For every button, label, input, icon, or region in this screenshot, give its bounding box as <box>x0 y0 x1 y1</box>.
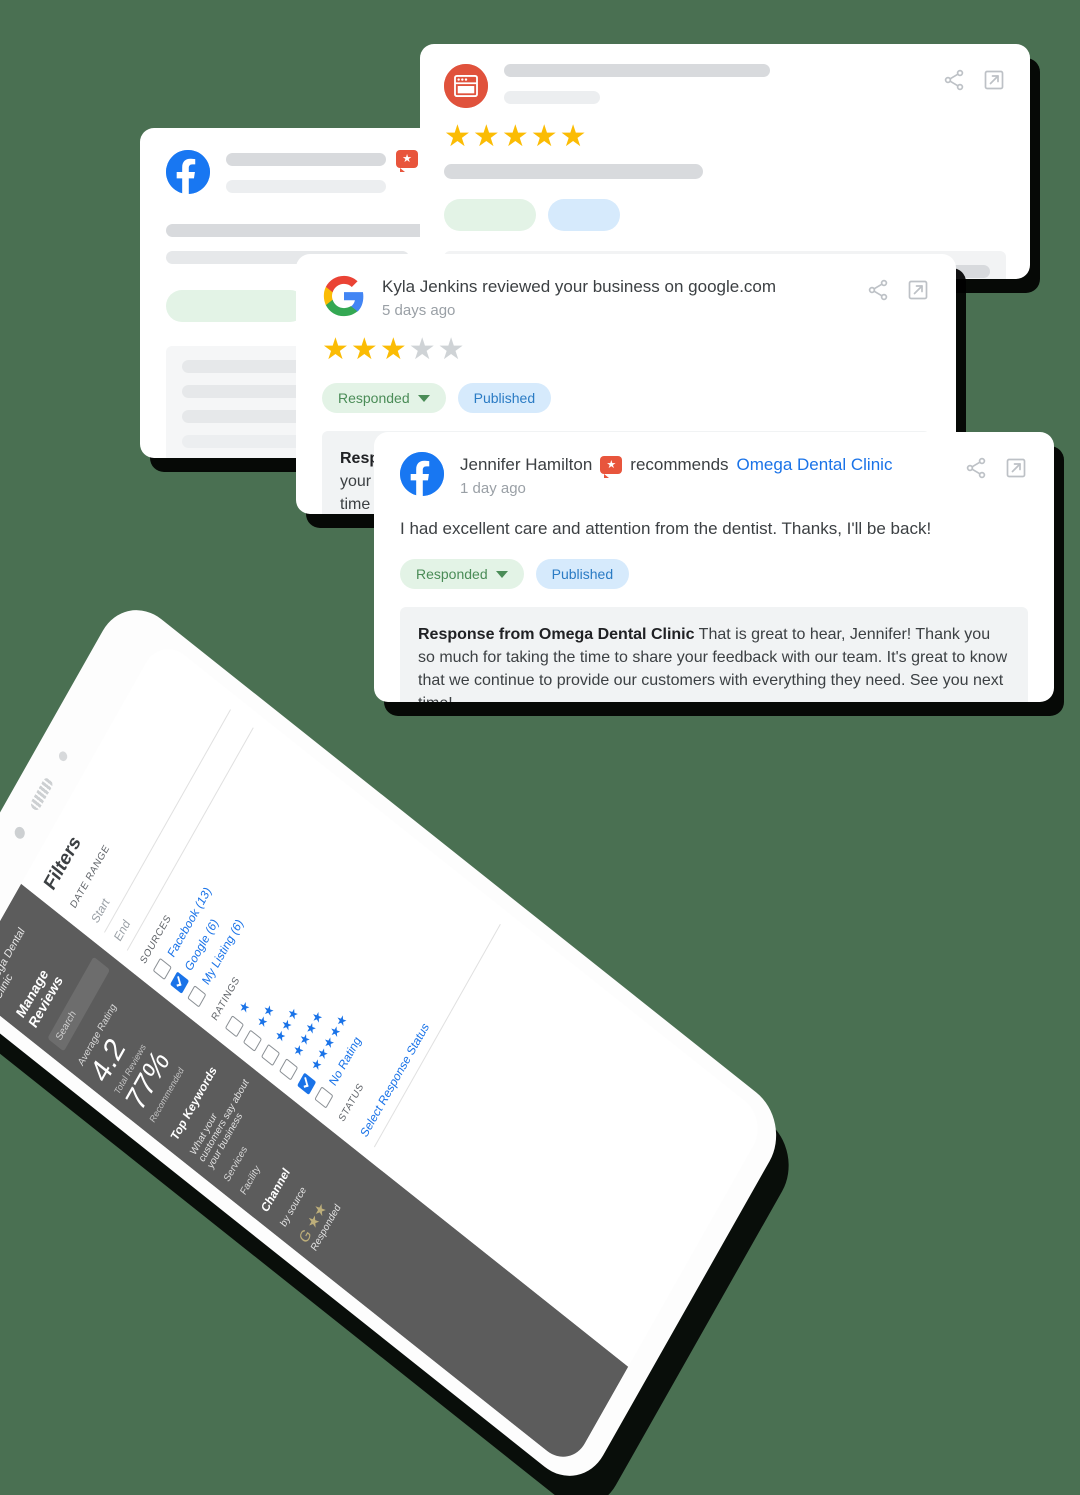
checkbox-icon[interactable] <box>224 1014 244 1038</box>
front-camera-icon <box>12 824 27 841</box>
facebook-review-verb: recommends <box>630 455 729 474</box>
checkbox-checked-icon[interactable] <box>169 971 190 994</box>
channel-title: Channel <box>258 1165 293 1215</box>
open-external-icon[interactable] <box>906 278 930 302</box>
recommends-badge-icon: ★ <box>396 150 418 172</box>
chevron-down-icon <box>495 570 508 578</box>
phone-screen: Omega Dental Clinic Manage Reviews Searc… <box>0 636 769 1470</box>
publish-badge-label: Published <box>473 390 536 406</box>
response-status-select[interactable]: Select Response Status <box>350 905 501 1148</box>
checkbox-icon[interactable] <box>314 1086 334 1109</box>
checkbox-icon[interactable] <box>187 985 207 1008</box>
status-badge-responded[interactable]: Responded <box>400 559 524 589</box>
open-external-icon[interactable] <box>1004 456 1028 480</box>
share-icon[interactable] <box>866 278 890 302</box>
facebook-review-card: Jennifer Hamilton ★ recommends Omega Den… <box>374 432 1054 702</box>
checkbox-icon[interactable] <box>242 1029 262 1052</box>
response-author: Response from Omega Dental Clinic <box>418 626 695 643</box>
google-review-timestamp: 5 days ago <box>382 302 456 319</box>
status-badge-published[interactable]: Published <box>535 559 630 589</box>
share-icon[interactable] <box>964 456 988 480</box>
business-link[interactable]: Omega Dental Clinic <box>737 454 893 476</box>
checkbox-icon[interactable] <box>152 957 172 981</box>
chevron-down-icon <box>417 394 430 402</box>
rating-stars-three: ★ ★ ★ ★ ★ <box>322 333 465 366</box>
share-icon[interactable] <box>942 68 966 92</box>
my-listing-skeleton-card: ★ ★ ★ ★ ★ <box>420 44 1030 279</box>
earpiece-speaker-icon <box>28 775 54 813</box>
checkbox-icon[interactable] <box>260 1043 280 1066</box>
rating-stars-five: ★ ★ ★ ★ ★ <box>444 120 587 153</box>
status-badge-responded[interactable]: Responded <box>322 383 446 413</box>
google-icon <box>322 274 366 318</box>
rating-stars: ★★ <box>253 999 278 1032</box>
checkbox-checked-icon[interactable] <box>296 1072 316 1095</box>
google-review-title: Kyla Jenkins reviewed your business on g… <box>382 277 777 296</box>
publish-badge-label: Published <box>551 566 614 582</box>
facebook-response-block: Response from Omega Dental Clinic That i… <box>400 607 1028 702</box>
facebook-review-text: I had excellent care and attention from … <box>400 519 932 538</box>
composite-scene: Omega Dental Clinic Manage Reviews Searc… <box>0 0 1080 1495</box>
proximity-sensor-icon <box>56 749 69 763</box>
facebook-review-author: Jennifer Hamilton <box>460 455 593 474</box>
phone-device: Omega Dental Clinic Manage Reviews Searc… <box>0 590 793 1495</box>
status-badge-published[interactable]: Published <box>457 383 552 413</box>
browser-window-icon <box>444 64 488 108</box>
checkbox-icon[interactable] <box>278 1057 298 1081</box>
facebook-icon <box>400 452 444 496</box>
status-badge-label: Responded <box>338 390 410 406</box>
status-badge-label: Responded <box>416 566 488 582</box>
facebook-review-timestamp: 1 day ago <box>460 480 526 497</box>
recommends-badge-icon: ★ <box>600 456 623 478</box>
rating-stars: ★ <box>235 996 254 1017</box>
open-external-icon[interactable] <box>982 68 1006 92</box>
facebook-icon <box>166 150 210 194</box>
